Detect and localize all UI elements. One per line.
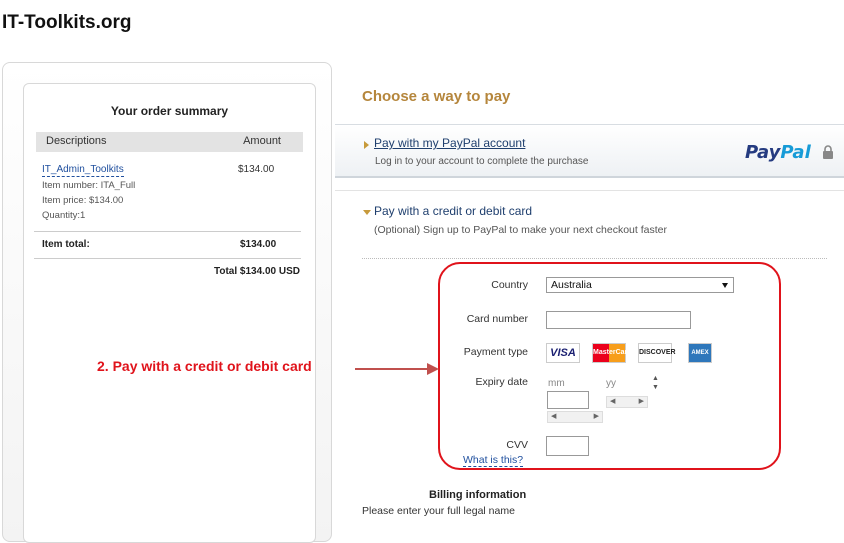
card-payment-title[interactable]: Pay with a credit or debit card xyxy=(374,204,532,218)
highlight-oval xyxy=(438,262,781,470)
expand-arrow-icon xyxy=(364,141,369,149)
choose-way-heading: Choose a way to pay xyxy=(362,88,511,105)
item-total-value: $134.00 xyxy=(240,239,277,250)
amount-header: Amount xyxy=(243,135,281,147)
order-table-header: Descriptions Amount xyxy=(36,132,303,152)
paypal-logo-part2: Pal xyxy=(780,142,811,163)
order-summary-panel: Your order summary Descriptions Amount xyxy=(2,62,332,543)
paypal-account-link[interactable]: Pay with my PayPal account xyxy=(374,136,525,150)
paypal-logo: PayPal xyxy=(745,142,811,163)
item-name-link[interactable]: IT_Admin_Toolkits xyxy=(42,164,124,177)
divider xyxy=(34,258,301,259)
item-number: Item number: ITA_Full xyxy=(42,180,136,191)
item-quantity: Quantity:1 xyxy=(42,210,86,221)
collapse-arrow-icon xyxy=(363,210,371,215)
item-total-label: Item total: xyxy=(42,239,90,250)
paypal-logo-part1: Pay xyxy=(745,142,781,163)
grand-total: Total $134.00 USD xyxy=(214,266,300,277)
annotation-label: 2. Pay with a credit or debit card xyxy=(97,358,312,374)
annotation-arrow-icon xyxy=(355,363,439,375)
order-summary-box: Your order summary Descriptions Amount xyxy=(23,83,316,543)
card-payment-subtitle: (Optional) Sign up to PayPal to make you… xyxy=(374,224,667,236)
item-amount: $134.00 xyxy=(238,164,275,175)
lock-icon xyxy=(823,145,833,159)
order-summary-title: Your order summary xyxy=(110,104,229,118)
item-price: Item price: $134.00 xyxy=(42,195,124,206)
billing-information-title: Billing information xyxy=(429,489,527,501)
billing-information-subtitle: Please enter your full legal name xyxy=(362,505,515,517)
descriptions-header: Descriptions xyxy=(46,135,107,147)
divider xyxy=(34,231,301,232)
paypal-subtitle: Log in to your account to complete the p… xyxy=(375,156,589,167)
dotted-divider xyxy=(362,258,827,259)
site-title: IT-Toolkits.org xyxy=(2,12,132,33)
